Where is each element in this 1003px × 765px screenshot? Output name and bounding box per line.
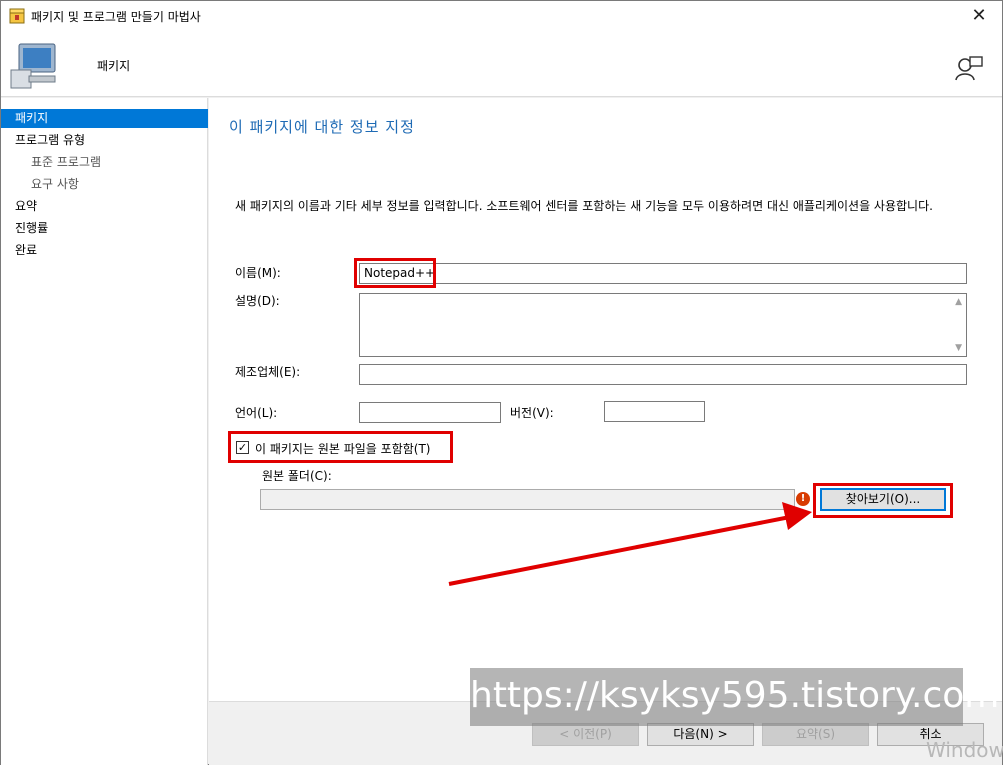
sidebar-item-progress[interactable]: 진행률: [1, 219, 208, 238]
wizard-window: 패키지 및 프로그램 만들기 마법사 ✕ 패키지 패키지 프로그램 유형 표준 …: [0, 0, 1003, 765]
error-icon: !: [796, 492, 810, 506]
help-user-icon[interactable]: [954, 55, 984, 81]
sidebar-item-program-type[interactable]: 프로그램 유형: [1, 131, 208, 150]
browse-highlight-box: [813, 483, 953, 518]
summary-button[interactable]: 요약(S): [762, 723, 869, 746]
wizard-content: 이 패키지에 대한 정보 지정 새 패키지의 이름과 기타 세부 정보를 입력합…: [209, 98, 1002, 701]
version-label: 버전(V):: [510, 406, 554, 420]
page-title: 이 패키지에 대한 정보 지정: [229, 118, 415, 136]
prev-button[interactable]: < 이전(P): [532, 723, 639, 746]
scroll-down-icon[interactable]: ▼: [955, 343, 962, 353]
computer-icon: [10, 43, 56, 89]
window-title: 패키지 및 프로그램 만들기 마법사: [31, 10, 201, 24]
source-folder-label: 원본 폴더(C):: [262, 469, 332, 483]
header-title: 패키지: [97, 59, 131, 73]
windows-activation-text: Window: [926, 738, 1003, 762]
manufacturer-input[interactable]: [359, 364, 967, 385]
version-input[interactable]: [604, 401, 705, 422]
name-input[interactable]: Notepad++: [359, 263, 967, 284]
wizard-steps-sidebar: 패키지 프로그램 유형 표준 프로그램 요구 사항 요약 진행률 완료: [1, 98, 208, 765]
title-bar: 패키지 및 프로그램 만들기 마법사 ✕: [1, 1, 1002, 31]
sidebar-item-standard-program[interactable]: 표준 프로그램: [1, 153, 208, 172]
sidebar-item-summary[interactable]: 요약: [1, 197, 208, 216]
name-label: 이름(M):: [235, 266, 281, 280]
watermark-text: https://ksyksy595.tistory.com: [470, 675, 1000, 716]
sidebar-item-requirements[interactable]: 요구 사항: [1, 175, 208, 194]
checkbox-highlight-box: [228, 431, 453, 463]
language-label: 언어(L):: [235, 406, 278, 420]
language-input[interactable]: [359, 402, 501, 423]
page-description: 새 패키지의 이름과 기타 세부 정보를 입력합니다. 소프트웨어 센터를 포함…: [235, 199, 933, 213]
close-icon[interactable]: ✕: [964, 3, 994, 29]
sidebar-item-completion[interactable]: 완료: [1, 241, 208, 260]
sidebar-item-package[interactable]: 패키지: [1, 109, 208, 128]
package-wizard-icon: [9, 8, 25, 24]
scroll-up-icon[interactable]: ▲: [955, 297, 962, 307]
name-highlight-box: [354, 258, 436, 288]
source-folder-input[interactable]: [260, 489, 795, 510]
manufacturer-label: 제조업체(E):: [235, 365, 301, 379]
wizard-header: 패키지: [1, 31, 1002, 97]
description-textarea[interactable]: ▲ ▼: [359, 293, 967, 357]
description-label: 설명(D):: [235, 294, 280, 308]
next-button[interactable]: 다음(N) >: [647, 723, 754, 746]
